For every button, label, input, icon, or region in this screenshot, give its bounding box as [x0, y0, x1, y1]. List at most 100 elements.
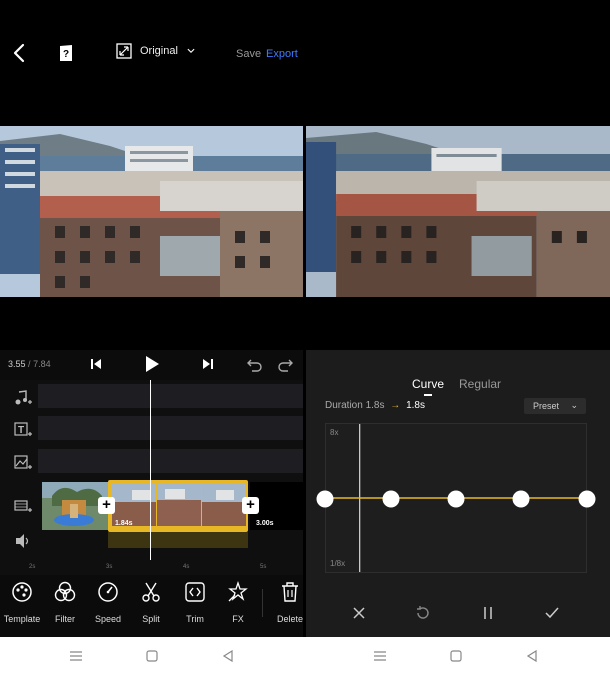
system-nav-bar [0, 637, 610, 675]
filter-icon [54, 581, 76, 602]
toolbar-divider [262, 589, 263, 617]
add-text-icon[interactable]: T [14, 422, 32, 438]
arrow-right-icon: → [390, 400, 401, 411]
clip-duration-badge: 1.84s [115, 520, 133, 527]
audio-waveform [108, 532, 248, 548]
split-button[interactable]: Split [129, 581, 173, 627]
ruler-tick: 4s [183, 564, 190, 570]
speed-button[interactable]: Speed [86, 581, 130, 627]
curve-point[interactable] [447, 490, 465, 508]
tab-regular[interactable]: Regular [459, 377, 501, 391]
chevron-down-icon [187, 48, 195, 54]
close-icon[interactable] [351, 605, 367, 621]
tool-label: Delete [276, 614, 303, 624]
ruler-tick: 2s [29, 564, 36, 570]
filter-button[interactable]: Filter [43, 581, 87, 627]
pause-icon[interactable] [480, 605, 496, 621]
back-icon[interactable] [525, 649, 539, 663]
total-time: 7.84 [33, 359, 51, 369]
play-icon[interactable] [143, 355, 161, 373]
edit-toolbar: Template Filter Speed Split Trim FX Dele… [0, 575, 304, 637]
chevron-down-icon: ⌄ [570, 400, 578, 410]
tab-curve[interactable]: Curve [412, 377, 444, 391]
video-preview-speed[interactable] [306, 126, 610, 297]
trim-icon [185, 582, 205, 602]
back-arrow-icon[interactable] [10, 42, 30, 64]
curve-max-label: 8x [330, 428, 339, 437]
curve-point[interactable] [382, 490, 400, 508]
timeline[interactable]: T 1.84s 3.00s + + 2s 3s 4s 5s [0, 380, 304, 580]
duration-to: 1.8s [406, 400, 425, 411]
skip-next-icon[interactable] [202, 358, 214, 370]
add-transition-button[interactable]: + [242, 497, 259, 514]
trash-icon [282, 582, 298, 602]
volume-icon[interactable] [14, 533, 32, 549]
fx-button[interactable]: FX [216, 581, 260, 627]
aspect-ratio-label: Original [140, 45, 178, 57]
skip-previous-icon[interactable] [90, 358, 102, 370]
split-divider [303, 0, 306, 637]
preset-dropdown[interactable]: Preset ⌄ [524, 398, 586, 414]
curve-min-label: 1/8x [330, 559, 346, 568]
current-time: 3.55 [8, 359, 26, 369]
curve-point[interactable] [578, 490, 596, 508]
panel-actions [306, 602, 610, 626]
speed-icon [98, 582, 118, 602]
city-scene-image [306, 126, 610, 297]
aspect-ratio-dropdown[interactable]: Original [116, 43, 196, 59]
preset-label: Preset [533, 401, 560, 411]
checkmark-icon[interactable] [544, 605, 560, 621]
video-track[interactable]: 1.84s 3.00s + + [0, 480, 304, 532]
template-button[interactable]: Template [0, 581, 44, 627]
save-button[interactable]: Save [236, 48, 261, 60]
city-thumbnail [202, 484, 246, 526]
home-icon[interactable] [449, 649, 463, 663]
duration-from: 1.8s [365, 400, 385, 411]
expand-icon [116, 43, 132, 59]
template-icon [12, 582, 32, 602]
undo-icon[interactable] [246, 356, 262, 372]
add-music-icon[interactable] [14, 390, 32, 406]
back-icon[interactable] [221, 649, 235, 663]
player-controls: 3.55 / 7.84 [0, 350, 304, 380]
music-track[interactable] [38, 384, 304, 408]
curve-points[interactable] [316, 488, 600, 510]
redo-icon[interactable] [278, 356, 294, 372]
city-scene-image [0, 126, 303, 297]
home-icon[interactable] [145, 649, 159, 663]
curve-point[interactable] [512, 490, 530, 508]
ruler-tick: 5s [260, 564, 267, 570]
reset-icon[interactable] [415, 605, 431, 621]
fx-icon [228, 581, 248, 602]
tool-label: FX [232, 614, 244, 624]
duration-label: Duration [325, 400, 363, 411]
export-button[interactable]: Export [266, 48, 298, 60]
help-book-icon[interactable]: ? [58, 44, 74, 62]
menu-icon[interactable] [69, 649, 83, 663]
scissors-icon [142, 582, 160, 602]
playhead[interactable] [150, 380, 151, 560]
tool-label: Template [3, 614, 41, 624]
active-tab-indicator [424, 394, 432, 396]
menu-icon[interactable] [373, 649, 387, 663]
video-preview[interactable] [0, 126, 303, 297]
text-track[interactable] [38, 416, 304, 440]
svg-text:?: ? [63, 49, 69, 60]
add-sticker-icon[interactable] [14, 455, 32, 471]
clip-selected[interactable]: 1.84s [108, 480, 248, 532]
add-transition-button[interactable]: + [98, 497, 115, 514]
tool-label: Split [142, 614, 160, 624]
duration-info: Duration 1.8s → 1.8s [325, 400, 425, 411]
city-thumbnail [157, 484, 201, 526]
curve-point[interactable] [316, 490, 334, 508]
next-clip-duration-badge: 3.00s [256, 520, 274, 527]
tool-label: Speed [94, 614, 122, 624]
tool-label: Filter [55, 614, 75, 624]
top-bar: ? Original Save Export [0, 0, 304, 110]
sticker-track[interactable] [38, 449, 304, 473]
time-display: 3.55 / 7.84 [8, 359, 51, 369]
trim-button[interactable]: Trim [173, 581, 217, 627]
tool-label: Trim [186, 614, 204, 624]
svg-text:T: T [18, 425, 24, 436]
speed-panel: Curve Regular Duration 1.8s → 1.8s Prese… [306, 350, 610, 637]
